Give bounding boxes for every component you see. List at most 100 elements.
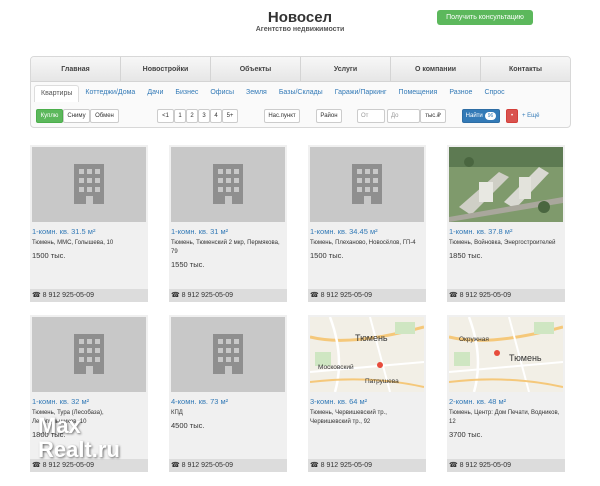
- district-select[interactable]: Район: [316, 109, 342, 123]
- listing-card[interactable]: 1-комн. кв. 31.5 м² Тюмень, ММС, Голышева…: [30, 145, 148, 302]
- reset-icon: •: [510, 113, 514, 119]
- listing-phone[interactable]: ☎ 8 912 925-05-09: [447, 289, 565, 302]
- watermark-line1: Max: [38, 413, 81, 438]
- currency-select[interactable]: тыс.₽: [420, 109, 446, 123]
- listing-phone-number: 8 912 925-05-09: [320, 292, 373, 299]
- listing-photo[interactable]: [171, 317, 285, 392]
- listing-title[interactable]: 1-комн. кв. 34.45 м²: [310, 227, 378, 236]
- nav-new-buildings[interactable]: Новостройки: [121, 57, 211, 81]
- listing-title[interactable]: 1-комн. кв. 32 м²: [32, 397, 89, 406]
- nav-objects[interactable]: Объекты: [211, 57, 301, 81]
- listing-phone-number: 8 912 925-05-09: [459, 462, 512, 469]
- listing-title[interactable]: 4-комн. кв. 73 м²: [171, 397, 228, 406]
- tab-business[interactable]: Бизнес: [169, 85, 204, 102]
- price-from-input[interactable]: От: [357, 109, 385, 123]
- listing-title[interactable]: 3-комн. кв. 64 м²: [310, 397, 367, 406]
- building-placeholder-icon: [32, 317, 146, 392]
- rooms-2-button[interactable]: 2: [186, 109, 198, 123]
- map-label: Тюмень: [355, 333, 388, 343]
- listing-photo[interactable]: [171, 147, 285, 222]
- listing-photo[interactable]: [32, 147, 146, 222]
- listing-title[interactable]: 1-комн. кв. 31.5 м²: [32, 227, 95, 236]
- rooms-4-button[interactable]: 4: [210, 109, 222, 123]
- tab-demand[interactable]: Спрос: [478, 85, 510, 102]
- reset-button[interactable]: •: [506, 109, 518, 123]
- aerial-render-image: [449, 147, 563, 222]
- listing-price: 1850 тыс.: [449, 251, 483, 260]
- listing-card[interactable]: 4-комн. кв. 73 м² КПД 4500 тыс. ☎ 8 912 925…: [169, 315, 287, 472]
- listing-phone[interactable]: ☎ 8 912 925-05-09: [169, 459, 287, 472]
- listing-phone[interactable]: ☎ 8 912 925-05-09: [447, 459, 565, 472]
- nav-contacts[interactable]: Контакты: [481, 57, 570, 81]
- rooms-3-button[interactable]: 3: [198, 109, 210, 123]
- more-filters-label: Ещё: [527, 113, 540, 119]
- site-subtitle: Агентство недвижимости: [255, 26, 345, 33]
- phone-icon: ☎: [32, 292, 43, 299]
- search-panel: Главная Новостройки Объекты Услуги О ком…: [30, 56, 571, 128]
- nav-home[interactable]: Главная: [31, 57, 121, 81]
- deal-exchange-button[interactable]: Обмен: [90, 109, 119, 123]
- listing-phone[interactable]: ☎ 8 912 925-05-09: [169, 289, 287, 302]
- tab-dachas[interactable]: Дачи: [141, 85, 169, 102]
- tab-apartments[interactable]: Квартиры: [34, 85, 80, 102]
- rooms-1-button[interactable]: 1: [174, 109, 186, 123]
- phone-icon: ☎: [32, 462, 43, 469]
- listing-photo[interactable]: Тюмень Московский Патрушева: [310, 317, 424, 392]
- filter-bar: Куплю Сниму Обмен <1 1 2 3 4 5+ Нас.пунк…: [36, 109, 566, 123]
- phone-icon: ☎: [310, 462, 321, 469]
- map-pin-icon: [494, 350, 500, 356]
- nav-services[interactable]: Услуги: [301, 57, 391, 81]
- price-to-input[interactable]: До: [387, 109, 420, 123]
- listing-card[interactable]: 1-комн. кв. 31 м² Тюмень, Тюменский 2 мкр…: [169, 145, 287, 302]
- rooms-lt1-button[interactable]: <1: [157, 109, 174, 123]
- building-placeholder-icon: [310, 147, 424, 222]
- listing-address: Тюмень, Войновка, Энергостроителей: [449, 240, 556, 246]
- site-header: Новосел Агентство недвижимости Получить …: [0, 0, 600, 50]
- map-image: Тюмень Окружная: [449, 317, 563, 392]
- find-label: Найти: [465, 113, 483, 119]
- more-filters-link[interactable]: + Ещё: [522, 109, 539, 123]
- listing-address: Тюмень, Центр: Дом Печати, Водников, 12: [449, 410, 560, 425]
- listing-title[interactable]: 1-комн. кв. 31 м²: [171, 227, 228, 236]
- tab-premises[interactable]: Помещения: [393, 85, 444, 102]
- listing-title[interactable]: 1-комн. кв. 37.8 м²: [449, 227, 512, 236]
- listing-card[interactable]: 1-комн. кв. 34.45 м² Тюмень, Плеханово, Н…: [308, 145, 426, 302]
- consultation-button[interactable]: Получить консультацию: [437, 10, 533, 25]
- find-count-badge: 96: [484, 112, 497, 120]
- tab-cottages[interactable]: Коттеджи/Дома: [79, 85, 141, 102]
- listing-address: Тюмень, Червишевский тр., Червишевский т…: [310, 410, 387, 425]
- rooms-5plus-button[interactable]: 5+: [222, 109, 238, 123]
- listing-photo[interactable]: [449, 147, 563, 222]
- phone-icon: ☎: [449, 462, 460, 469]
- locality-select[interactable]: Нас.пункт: [264, 109, 300, 123]
- tab-offices[interactable]: Офисы: [204, 85, 240, 102]
- listing-photo[interactable]: [32, 317, 146, 392]
- listing-price: 3700 тыс.: [449, 430, 483, 439]
- deal-rent-button[interactable]: Сниму: [63, 109, 90, 123]
- listing-card[interactable]: Тюмень Окружная 2-комн. кв. 48 м² Тюмень, Ц…: [447, 315, 565, 472]
- listing-phone-number: 8 912 925-05-09: [42, 462, 95, 469]
- listing-phone[interactable]: ☎ 8 912 925-05-09: [308, 459, 426, 472]
- listing-phone-number: 8 912 925-05-09: [459, 292, 512, 299]
- listing-price: 4500 тыс.: [171, 421, 205, 430]
- listing-phone[interactable]: ☎ 8 912 925-05-09: [30, 289, 148, 302]
- deal-buy-button[interactable]: Куплю: [36, 109, 63, 123]
- nav-about[interactable]: О компании: [391, 57, 481, 81]
- map-label: Патрушева: [365, 378, 399, 385]
- listing-address: Тюмень, Плеханово, Новосёлов, ГП-4: [310, 240, 416, 246]
- listing-phone[interactable]: ☎ 8 912 925-05-09: [308, 289, 426, 302]
- tab-misc[interactable]: Разное: [443, 85, 478, 102]
- listing-card[interactable]: Тюмень Московский Патрушева 3-комн. кв. 64 …: [308, 315, 426, 472]
- watermark-line2: Realt.ru: [38, 437, 120, 462]
- find-button[interactable]: Найти 96: [462, 109, 500, 123]
- listing-address: КПД: [171, 410, 183, 416]
- tab-warehouses[interactable]: Базы/Склады: [273, 85, 329, 102]
- listing-photo[interactable]: Тюмень Окружная: [449, 317, 563, 392]
- listing-card[interactable]: 1-комн. кв. 37.8 м² Тюмень, Войновка, Эне…: [447, 145, 565, 302]
- listing-title[interactable]: 2-комн. кв. 48 м²: [449, 397, 506, 406]
- tab-garages[interactable]: Гаражи/Паркинг: [329, 85, 393, 102]
- tab-land[interactable]: Земля: [240, 85, 273, 102]
- phone-icon: ☎: [449, 292, 460, 299]
- listing-photo[interactable]: [310, 147, 424, 222]
- map-pin-icon: [377, 362, 383, 368]
